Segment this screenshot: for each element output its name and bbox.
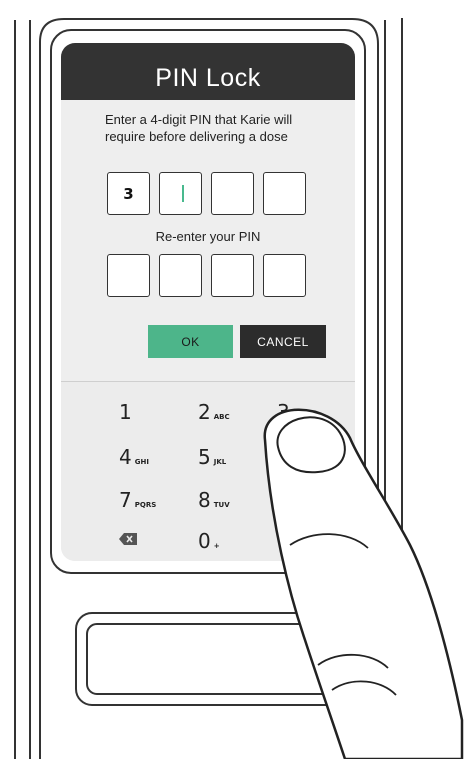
cancel-button[interactable]: CANCEL xyxy=(240,325,326,358)
pin-digit-2[interactable] xyxy=(159,172,202,215)
numeric-keypad: 1 2 ABC 3 4 GHI 5 JKL 7 PQRS 8 TUV 0 + xyxy=(61,381,355,561)
pin-digit-1[interactable]: 3 xyxy=(107,172,150,215)
key-8[interactable]: 8 TUV xyxy=(198,488,230,512)
key-4[interactable]: 4 GHI xyxy=(119,445,149,469)
key-5[interactable]: 5 JKL xyxy=(198,445,226,469)
backspace-icon[interactable] xyxy=(119,533,137,545)
page-title: PIN Lock xyxy=(155,64,261,92)
key-7[interactable]: 7 PQRS xyxy=(119,488,156,512)
confirm-digit-2[interactable] xyxy=(159,254,202,297)
pin-digit-3[interactable] xyxy=(211,172,254,215)
confirm-digit-1[interactable] xyxy=(107,254,150,297)
key-3[interactable]: 3 xyxy=(277,400,293,424)
instruction-text: Enter a 4-digit PIN that Karie will requ… xyxy=(105,112,293,144)
ok-button[interactable]: OK xyxy=(148,325,233,358)
reenter-label: Re-enter your PIN xyxy=(155,229,261,244)
confirm-digit-4[interactable] xyxy=(263,254,306,297)
device-screen: PIN Lock Enter a 4-digit PIN that Karie … xyxy=(61,43,355,561)
key-2[interactable]: 2 ABC xyxy=(198,400,230,424)
pin-digit-4[interactable] xyxy=(263,172,306,215)
title-bar: PIN Lock xyxy=(61,43,355,100)
confirm-digit-3[interactable] xyxy=(211,254,254,297)
key-1[interactable]: 1 xyxy=(119,400,135,424)
key-0[interactable]: 0 + xyxy=(198,529,220,553)
text-caret xyxy=(182,185,184,202)
